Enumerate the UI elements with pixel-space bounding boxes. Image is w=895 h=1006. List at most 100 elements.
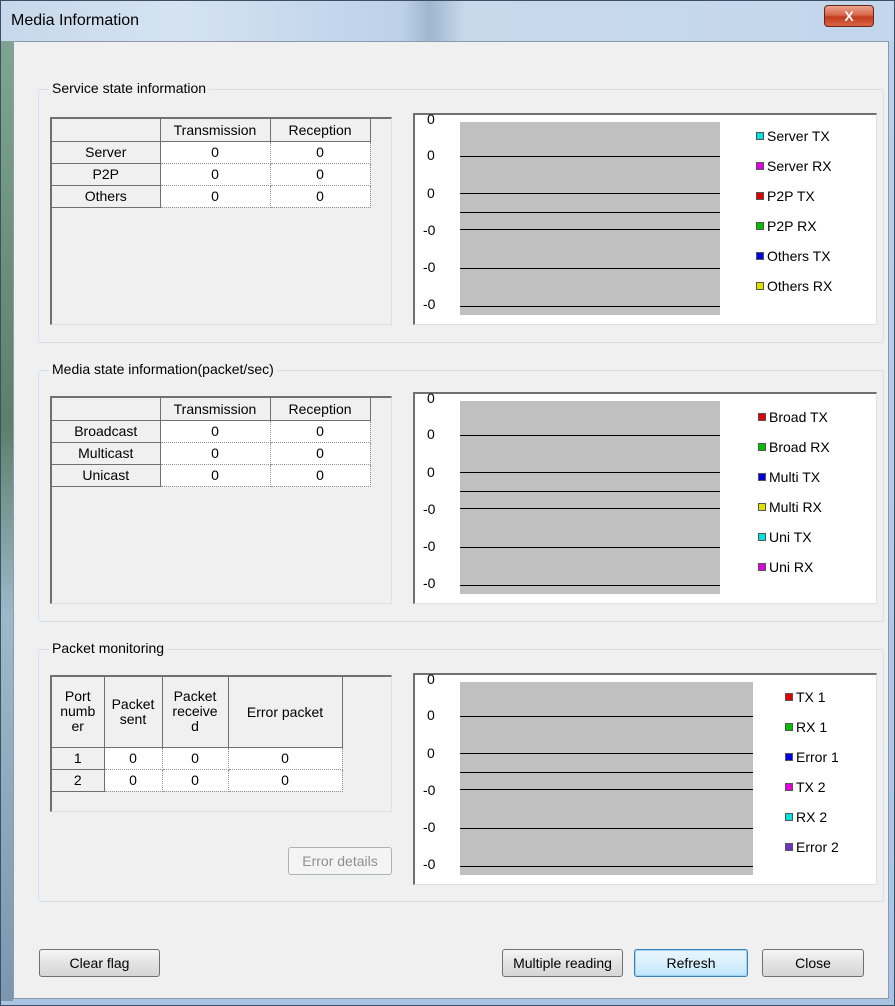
legend-label: TX 1 xyxy=(796,689,826,705)
legend-item: RX 1 xyxy=(785,719,827,735)
legend-item: Uni TX xyxy=(758,529,812,545)
legend-label: Others TX xyxy=(767,248,831,264)
column-header-label: Packet receive d xyxy=(172,688,218,735)
chart-plot-area xyxy=(460,122,720,315)
y-tick-label: -0 xyxy=(423,819,436,835)
clear-flag-button[interactable]: Clear flag xyxy=(39,949,160,977)
packet-table-panel: Port numb er Packet sent Packet receive … xyxy=(50,675,392,812)
y-tick-label: 0 xyxy=(427,464,435,480)
legend-label: RX 1 xyxy=(796,719,828,735)
row-header: Multicast xyxy=(52,442,161,465)
window-edge xyxy=(1,41,13,1001)
y-tick-label: -0 xyxy=(423,296,436,312)
table-cell[interactable]: 0 xyxy=(270,442,371,465)
y-tick-label: 0 xyxy=(427,707,435,723)
table-cell[interactable]: 0 xyxy=(270,185,371,208)
chart-series-line xyxy=(460,789,753,790)
chart-series-line xyxy=(460,547,720,548)
table-cell[interactable]: 0 xyxy=(228,747,343,770)
legend-label: Error 1 xyxy=(796,749,839,765)
row-header: 2 xyxy=(52,769,105,792)
column-header: Packet receive d xyxy=(162,677,229,748)
chart-series-line xyxy=(460,866,753,867)
table-row: Unicast 0 0 xyxy=(52,464,371,487)
y-tick-label: 0 xyxy=(427,426,435,442)
media-table-panel: Transmission Reception Broadcast 0 0 Mul… xyxy=(50,396,392,604)
table-cell[interactable]: 0 xyxy=(162,747,229,770)
legend-swatch xyxy=(758,413,766,421)
legend-swatch xyxy=(756,132,764,140)
legend-swatch xyxy=(756,192,764,200)
legend-label: Others RX xyxy=(767,278,833,294)
legend-item: TX 1 xyxy=(785,689,826,705)
chart-plot-area xyxy=(460,682,753,875)
legend-item: TX 2 xyxy=(785,779,826,795)
legend-item: Error 2 xyxy=(785,839,839,855)
service-state-group: Service state information Transmission R… xyxy=(38,80,884,343)
legend-label: P2P RX xyxy=(767,218,817,234)
legend-swatch xyxy=(758,533,766,541)
media-information-window: Media Information X Service state inform… xyxy=(0,0,895,1006)
y-tick-label: 0 xyxy=(427,671,435,687)
legend-swatch xyxy=(756,252,764,260)
table-cell[interactable]: 0 xyxy=(104,747,163,770)
packet-monitoring-group: Packet monitoring Port numb er Packet se… xyxy=(38,640,884,902)
refresh-button[interactable]: Refresh xyxy=(634,949,748,977)
table-cell[interactable]: 0 xyxy=(160,141,271,164)
y-tick-label: 0 xyxy=(427,390,435,406)
table-cell[interactable]: 0 xyxy=(160,185,271,208)
legend-item: Broad RX xyxy=(758,439,830,455)
column-header: Reception xyxy=(270,398,371,421)
column-header: Transmission xyxy=(160,119,271,142)
table-row: P2P 0 0 xyxy=(52,163,371,186)
legend-label: Uni RX xyxy=(769,559,814,575)
table-cell[interactable]: 0 xyxy=(104,769,163,792)
dialog-body: Service state information Transmission R… xyxy=(13,41,889,999)
table-cell[interactable]: 0 xyxy=(160,442,271,465)
window-title: Media Information xyxy=(11,12,140,29)
legend-item: Server RX xyxy=(756,158,832,174)
error-details-button[interactable]: Error details xyxy=(288,847,392,875)
title-bar[interactable]: Media Information X xyxy=(1,1,894,41)
close-button[interactable]: Close xyxy=(762,949,864,977)
table-row: Broadcast 0 0 xyxy=(52,420,371,443)
legend-swatch xyxy=(758,503,766,511)
legend-label: Broad RX xyxy=(769,439,830,455)
table-cell[interactable]: 0 xyxy=(160,420,271,443)
packet-chart: 0 0 0 -0 -0 -0 TX 1 RX 1 Error 1 TX 2 RX… xyxy=(413,671,877,885)
legend-swatch xyxy=(785,813,793,821)
legend-label: P2P TX xyxy=(767,188,815,204)
table-cell[interactable]: 0 xyxy=(270,420,371,443)
y-tick-label: 0 xyxy=(427,185,435,201)
legend-label: Broad TX xyxy=(769,409,828,425)
table-cell[interactable]: 0 xyxy=(160,464,271,487)
table-cell[interactable]: 0 xyxy=(270,163,371,186)
media-group-title: Media state information(packet/sec) xyxy=(49,361,277,377)
row-header: Others xyxy=(52,185,161,208)
packet-group-title: Packet monitoring xyxy=(49,640,168,656)
chart-series-line xyxy=(460,156,720,157)
table-cell[interactable]: 0 xyxy=(270,464,371,487)
legend-label: TX 2 xyxy=(796,779,826,795)
table-cell[interactable]: 0 xyxy=(160,163,271,186)
legend-label: Uni TX xyxy=(769,529,812,545)
column-header: Reception xyxy=(270,119,371,142)
y-tick-label: -0 xyxy=(423,222,436,238)
legend-item: Broad TX xyxy=(758,409,828,425)
table-cell[interactable]: 0 xyxy=(270,141,371,164)
multiple-reading-button[interactable]: Multiple reading xyxy=(502,949,623,977)
close-window-button[interactable]: X xyxy=(824,5,874,27)
column-header: Port numb er xyxy=(52,677,105,748)
table-cell[interactable]: 0 xyxy=(162,769,229,792)
column-header: Transmission xyxy=(160,398,271,421)
y-tick-label: 0 xyxy=(427,147,435,163)
chart-series-line xyxy=(460,472,720,473)
legend-swatch xyxy=(785,753,793,761)
chart-series-line xyxy=(460,508,720,509)
packet-table: Port numb er Packet sent Packet receive … xyxy=(52,677,343,792)
table-row: 1 0 0 0 xyxy=(52,747,343,770)
column-header-label: Packet sent xyxy=(111,695,155,727)
table-cell[interactable]: 0 xyxy=(228,769,343,792)
legend-item: Multi TX xyxy=(758,469,820,485)
table-row: Server 0 0 xyxy=(52,141,371,164)
